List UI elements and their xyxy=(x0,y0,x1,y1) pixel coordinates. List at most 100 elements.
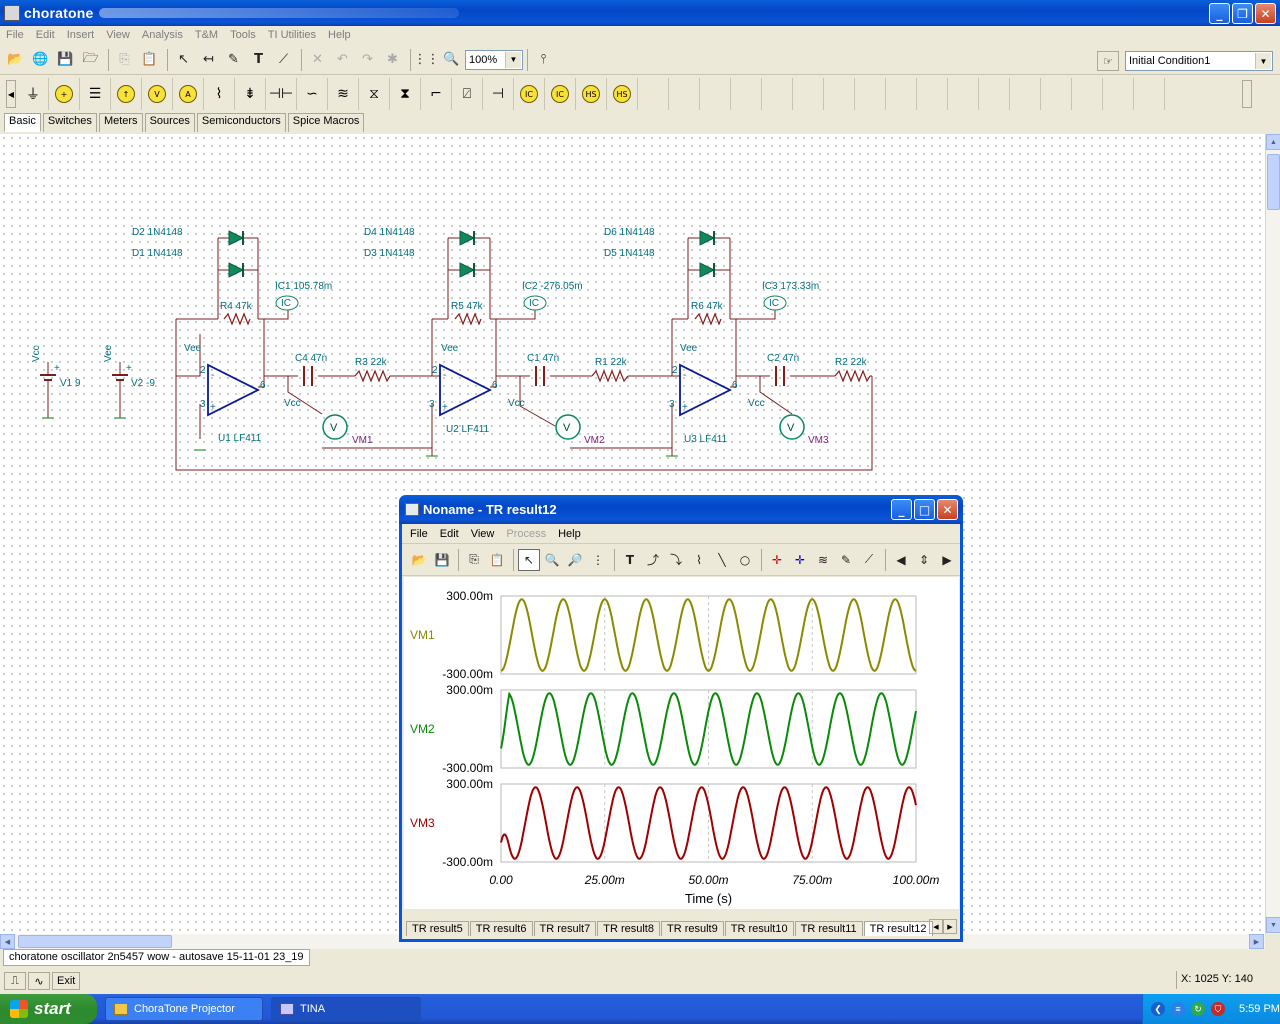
minimize-button[interactable]: _ xyxy=(1209,3,1230,24)
tr-menu-help[interactable]: Help xyxy=(552,528,587,540)
jumper-icon[interactable]: ⊣ xyxy=(483,78,514,110)
tr-minimize-button[interactable]: _ xyxy=(891,499,912,520)
tr-open-icon[interactable]: 📂 xyxy=(408,549,430,571)
tab-tr-result11[interactable]: TR result11 xyxy=(794,921,863,936)
tr-cursor-a-icon[interactable]: ✛ xyxy=(766,549,788,571)
tray-network-icon[interactable]: ≡ xyxy=(1171,1002,1185,1016)
save-icon[interactable]: 💾 xyxy=(54,48,77,71)
tr-ramp-icon[interactable]: ⟋ xyxy=(858,549,880,571)
tr-maximize-button[interactable]: □ xyxy=(914,499,935,520)
potentiometer-icon[interactable]: ⇟ xyxy=(235,78,266,110)
voltmeter-icon[interactable]: V xyxy=(142,78,173,110)
tr-menu-view[interactable]: View xyxy=(465,528,501,540)
tr-line-icon[interactable]: ╲ xyxy=(711,549,733,571)
open-folder-icon[interactable]: 🗁 xyxy=(79,48,102,71)
pencil-icon[interactable]: ✎ xyxy=(222,48,245,71)
menu-tm[interactable]: T&M xyxy=(189,29,224,41)
maximize-button[interactable]: ❐ xyxy=(1232,3,1253,24)
tr-zoom-100-icon[interactable]: 🔎 xyxy=(564,549,586,571)
resistor-icon[interactable]: ⌇ xyxy=(204,78,235,110)
tab-tr-result6[interactable]: TR result6 xyxy=(469,921,533,936)
web-icon[interactable]: 🌐 xyxy=(29,48,52,71)
tr-circle-icon[interactable]: ○ xyxy=(734,549,756,571)
transformer-icon[interactable]: ⧖ xyxy=(359,78,390,110)
tr-axis-label-icon[interactable]: ⌇ xyxy=(688,549,710,571)
tab-spice-macros[interactable]: Spice Macros xyxy=(287,113,365,132)
probe-icon[interactable]: ⫯ xyxy=(532,48,555,71)
menu-analysis[interactable]: Analysis xyxy=(136,29,189,41)
exit-button[interactable]: Exit xyxy=(52,972,81,990)
hs-icon[interactable]: HS xyxy=(576,78,607,110)
tr-copy-icon[interactable]: ⎘ xyxy=(463,549,485,571)
ic-voltage-icon[interactable]: IC xyxy=(514,78,545,110)
tab-semiconductors[interactable]: Semiconductors xyxy=(196,113,286,132)
grid-icon[interactable]: ⋮⋮ xyxy=(414,48,440,71)
wire-select-icon[interactable]: ↤ xyxy=(197,48,220,71)
tab-tr-result5[interactable]: TR result5 xyxy=(406,921,469,936)
inductor-icon[interactable]: ∽ xyxy=(297,78,328,110)
tr-save-icon[interactable]: 💾 xyxy=(431,549,453,571)
varistor-icon[interactable]: ⍁ xyxy=(452,78,483,110)
ic-current-icon[interactable]: IC xyxy=(545,78,576,110)
undo-icon[interactable]: ↶ xyxy=(331,48,354,71)
menu-ti-utilities[interactable]: TI Utilities xyxy=(262,29,322,41)
voltage-source-icon[interactable]: ☰ xyxy=(80,78,111,110)
ground-icon[interactable]: ⏚ xyxy=(18,78,49,110)
ideal-transformer-icon[interactable]: ⧗ xyxy=(390,78,421,110)
tab-sources[interactable]: Sources xyxy=(144,113,195,132)
tr-probe-icon[interactable]: ✎ xyxy=(835,549,857,571)
tr-tab-prev-icon[interactable]: ◀ xyxy=(929,919,943,934)
battery-icon[interactable]: + xyxy=(49,78,80,110)
vertical-scrollbar[interactable]: ▲ ▼ xyxy=(1265,134,1280,934)
start-button[interactable]: start xyxy=(0,994,97,1024)
tab-switches[interactable]: Switches xyxy=(42,113,97,132)
task-tina[interactable]: TINA xyxy=(271,997,421,1021)
task-choratone-projector[interactable]: ChoraTone Projector xyxy=(105,997,263,1021)
tr-paste-icon[interactable]: 📋 xyxy=(486,549,508,571)
ammeter-icon[interactable]: A xyxy=(173,78,204,110)
tray-update-icon[interactable]: ↻ xyxy=(1191,1002,1205,1016)
tr-zoom-in-icon[interactable]: 🔍 xyxy=(541,549,563,571)
paste-icon[interactable]: 📋 xyxy=(138,48,161,71)
menu-view[interactable]: View xyxy=(100,29,136,41)
tray-arrow-icon[interactable]: ❮ xyxy=(1151,1002,1165,1016)
zoom-icon[interactable]: 🔍 xyxy=(440,48,463,71)
open-icon[interactable]: 📂 xyxy=(4,48,27,71)
tr-close-button[interactable]: ✕ xyxy=(937,499,958,520)
menu-edit[interactable]: Edit xyxy=(30,29,61,41)
scroll-right-icon[interactable]: ▶ xyxy=(1249,934,1264,949)
tr-menu-process[interactable]: Process xyxy=(500,528,552,540)
initial-condition-icon[interactable]: ☞ xyxy=(1097,51,1119,71)
scroll-left-icon[interactable]: ◀ xyxy=(0,934,15,949)
tr-menu-file[interactable]: File xyxy=(404,528,434,540)
switch-icon[interactable]: ⌐ xyxy=(421,78,452,110)
pin-icon[interactable]: ✱ xyxy=(381,48,404,71)
tab-tr-result12[interactable]: TR result12 xyxy=(863,921,933,936)
tray-shield-icon[interactable]: ⛉ xyxy=(1211,1002,1225,1016)
current-source-icon[interactable]: ↑ xyxy=(111,78,142,110)
edit-wire-icon[interactable]: ⟋ xyxy=(272,48,295,71)
horizontal-scroll-thumb[interactable] xyxy=(18,935,172,948)
tr-cursor-b-icon[interactable]: ✛ xyxy=(789,549,811,571)
delete-icon[interactable]: ✕ xyxy=(306,48,329,71)
menu-file[interactable]: File xyxy=(0,29,30,41)
coupled-inductor-icon[interactable]: ≋ xyxy=(328,78,359,110)
capacitor-icon[interactable]: ⊣⊢ xyxy=(266,78,297,110)
tab-tr-result10[interactable]: TR result10 xyxy=(724,921,794,936)
redo-icon[interactable]: ↷ xyxy=(356,48,379,71)
initial-condition-select[interactable]: Initial Condition1 xyxy=(1125,51,1273,71)
tr-select-icon[interactable]: ↖ xyxy=(518,548,540,571)
tr-curve-label-icon[interactable]: ⤴ xyxy=(642,549,664,571)
hs-current-icon[interactable]: HS xyxy=(607,78,638,110)
menu-insert[interactable]: Insert xyxy=(61,29,101,41)
tab-tr-result9[interactable]: TR result9 xyxy=(661,921,724,936)
menu-tools[interactable]: Tools xyxy=(224,29,262,41)
tr-grid-icon[interactable]: ⋮ xyxy=(587,549,609,571)
tab-meters[interactable]: Meters xyxy=(98,113,143,132)
scroll-up-icon[interactable]: ▲ xyxy=(1266,134,1280,150)
tr-curve-label2-icon[interactable]: ⤵ xyxy=(665,549,687,571)
vertical-scroll-thumb[interactable] xyxy=(1267,154,1280,210)
document-tab[interactable]: choratone oscillator 2n5457 wow - autosa… xyxy=(3,949,310,966)
palette-scroll-right[interactable] xyxy=(1242,80,1252,108)
tr-menu-edit[interactable]: Edit xyxy=(434,528,465,540)
